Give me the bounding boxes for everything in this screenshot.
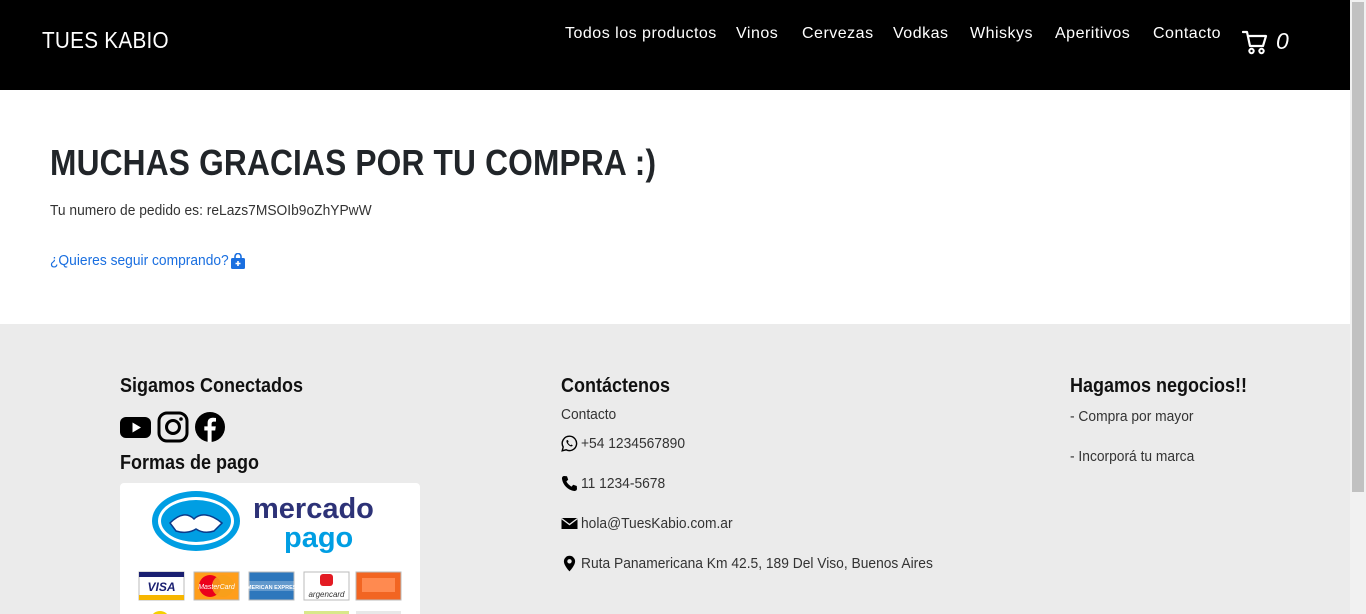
cart-count: 0 [1276, 28, 1289, 54]
svg-text:MasterCard: MasterCard [198, 584, 236, 591]
order-number: Tu numero de pedido es: reLazs7MSOIb9oZh… [50, 202, 372, 219]
business-heading: Hagamos negocios!! [1070, 375, 1248, 397]
phone-number: 11 1234-5678 [581, 475, 666, 492]
mercadopago-logo: mercado pago VISA MasterCard AMERICAN EX… [138, 491, 402, 614]
cart-icon[interactable] [1242, 29, 1268, 55]
amex-card-logo: AMERICAN EXPRESS [243, 571, 300, 601]
instagram-icon[interactable] [157, 411, 189, 443]
svg-text:VISA: VISA [147, 580, 175, 594]
page-scrollbar[interactable] [1350, 0, 1366, 614]
continue-shopping-link[interactable]: ¿Quieres seguir comprando? [50, 252, 229, 269]
contact-heading: Contáctenos [561, 375, 671, 397]
nav-link-todos[interactable]: Todos los productos [565, 25, 717, 43]
svg-text:AMERICAN EXPRESS: AMERICAN EXPRESS [243, 585, 300, 591]
payment-heading: Formas de pago [120, 452, 260, 474]
svg-text:argencard: argencard [308, 590, 345, 599]
email-link[interactable]: hola@TuesKabio.com.ar [581, 515, 733, 532]
footer: Sigamos Conectados Formas de pago mercad… [0, 324, 1350, 614]
address-text: Ruta Panamericana Km 42.5, 189 Del Viso,… [581, 555, 933, 572]
top-navbar: TUES KABIO Todos los productos Vinos Cer… [0, 0, 1350, 90]
youtube-icon[interactable] [120, 411, 152, 443]
nav-link-vodkas[interactable]: Vodkas [893, 25, 948, 43]
mastercard-logo: MasterCard [193, 571, 240, 601]
payment-methods-image: mercado pago VISA MasterCard AMERICAN EX… [120, 483, 420, 614]
whatsapp-number: +54 1234567890 [581, 435, 686, 452]
naranja-card-logo [355, 571, 402, 601]
visa-card-logo: VISA [138, 571, 185, 601]
nav-link-contacto[interactable]: Contacto [1153, 25, 1221, 43]
nav-link-aperitivos[interactable]: Aperitivos [1055, 25, 1130, 43]
nav-link-cervezas[interactable]: Cervezas [802, 25, 874, 43]
shopping-bag-icon[interactable] [230, 253, 246, 270]
business-link-brand[interactable]: - Incorporá tu marca [1070, 448, 1194, 465]
phone-icon [561, 476, 577, 492]
argencard-logo: argencard [303, 571, 350, 601]
location-pin-icon [563, 555, 576, 572]
main-nav: Todos los productos Vinos Cervezas Vodka… [0, 25, 1350, 47]
nav-link-whiskys[interactable]: Whiskys [970, 25, 1033, 43]
facebook-icon[interactable] [194, 411, 226, 443]
whatsapp-icon [561, 435, 578, 452]
page-title: MUCHAS GRACIAS POR TU COMPRA :) [50, 142, 657, 183]
scrollbar-thumb[interactable] [1352, 2, 1364, 492]
nav-link-vinos[interactable]: Vinos [736, 25, 778, 43]
envelope-icon [561, 517, 578, 529]
business-link-wholesale[interactable]: - Compra por mayor [1070, 408, 1193, 425]
mercadopago-text-1: mercado [253, 493, 374, 525]
social-heading: Sigamos Conectados [120, 375, 304, 397]
contact-link[interactable]: Contacto [561, 406, 616, 423]
mercadopago-text-2: pago [284, 522, 353, 554]
